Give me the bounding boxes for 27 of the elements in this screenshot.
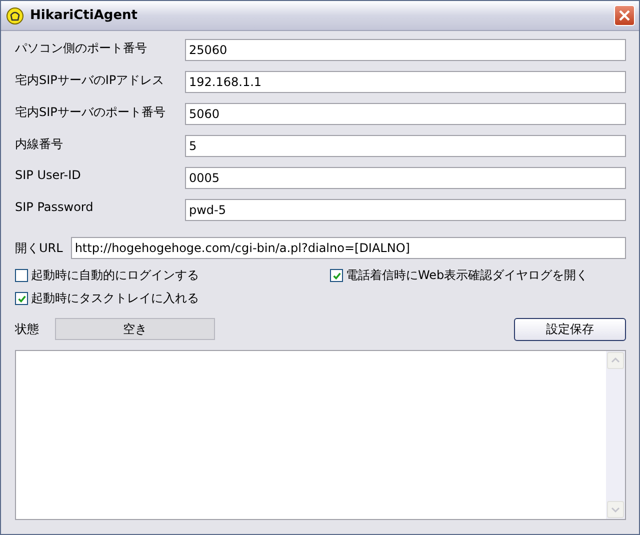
status-label: 状態	[15, 320, 40, 338]
close-icon	[618, 9, 631, 22]
app-icon	[6, 6, 24, 24]
checkbox[interactable]	[330, 269, 343, 282]
checkbox[interactable]	[15, 292, 28, 305]
input-field[interactable]: 25060	[185, 39, 626, 61]
input-field[interactable]: 0005	[185, 167, 626, 189]
status-field: 空き	[55, 318, 215, 340]
field-label: SIP Password	[15, 199, 94, 214]
field-label: パソコン側のポート番号	[15, 40, 148, 57]
field-label: SIP User-ID	[15, 167, 82, 182]
close-button[interactable]	[614, 5, 635, 26]
checkbox-label[interactable]: 起動時にタスクトレイに入れる	[31, 290, 199, 307]
checkbox-label[interactable]: 電話着信時にWeb表示確認ダイヤログを開く	[346, 267, 588, 284]
field-label: 宅内SIPサーバのIPアドレス	[15, 72, 166, 89]
field-label: 宅内SIPサーバのポート番号	[15, 104, 166, 121]
url-field[interactable]: http://hogehogehoge.com/cgi-bin/a.pl?dialno=[DIALNO]	[70, 237, 626, 259]
checkbox-label[interactable]: 起動時に自動的にログインする	[31, 267, 199, 284]
field-label: 内線番号	[15, 136, 64, 153]
checkbox[interactable]	[15, 269, 28, 282]
window-title: HikariCtiAgent	[30, 8, 138, 23]
field-label: 開くURL	[15, 240, 63, 256]
input-field[interactable]: pwd-5	[185, 199, 626, 221]
input-field[interactable]: 5	[185, 135, 626, 157]
input-field[interactable]: 5060	[185, 103, 626, 125]
input-field[interactable]: 192.168.1.1	[185, 71, 626, 93]
save-button[interactable]: 設定保存	[514, 318, 626, 340]
